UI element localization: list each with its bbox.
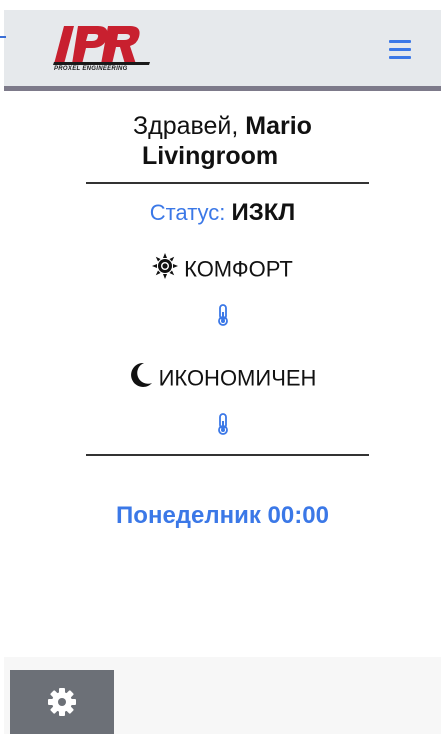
schedule-day-time: Понеделник 00:00 [116, 502, 329, 529]
mode-comfort: КОМФОРТ [4, 253, 441, 286]
greeting-prefix: Здравей, [133, 112, 246, 140]
mode-economy: ИКОНОМИЧЕН [4, 362, 441, 395]
moon-icon [129, 362, 153, 395]
status-value: ИЗКЛ [231, 199, 296, 226]
economy-thermometer-icon [216, 413, 230, 435]
mode-comfort-label: КОМФОРТ [184, 256, 293, 282]
proxel-logo: PROXEL ENGINEERING [52, 24, 152, 74]
comfort-thermometer-icon [216, 304, 230, 326]
top-divider [86, 182, 369, 184]
status-line: Статус: ИЗКЛ [4, 199, 441, 227]
main-content: Здравей, Mario Livingroom Статус: ИЗКЛ К… [4, 91, 441, 657]
user-name: Mario [245, 112, 312, 140]
hamburger-menu-icon[interactable] [389, 40, 411, 60]
app-screen: PROXEL ENGINEERING Здравей, Mario Living… [0, 0, 441, 734]
settings-button[interactable] [10, 670, 114, 734]
bottom-divider [86, 454, 369, 456]
app-header: PROXEL ENGINEERING [0, 10, 441, 91]
logo-tagline: PROXEL ENGINEERING [54, 66, 128, 72]
sun-icon [152, 253, 179, 286]
mode-economy-label: ИКОНОМИЧЕН [158, 365, 317, 391]
greeting: Здравей, Mario [4, 111, 441, 141]
status-label: Статус: [149, 200, 232, 225]
room-name: Livingroom [142, 142, 279, 170]
app-footer [4, 657, 441, 734]
header-accent-strip [0, 36, 6, 38]
gear-icon [48, 688, 76, 716]
